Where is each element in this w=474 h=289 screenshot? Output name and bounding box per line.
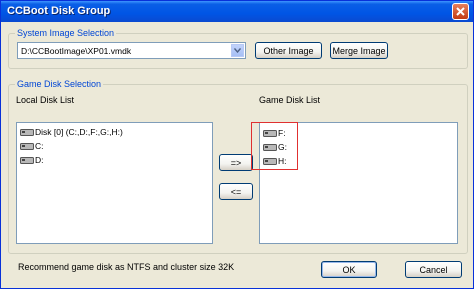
highlight-box — [251, 122, 298, 170]
system-image-combobox[interactable]: D:\CCBootImage\XP01.vmdk — [17, 42, 246, 59]
remove-from-game-disk-button[interactable]: <= — [219, 183, 253, 200]
local-disk-list[interactable]: Disk [0] (C:,D:,F:,G:,H:) C: D: — [16, 122, 213, 244]
cancel-button[interactable]: Cancel — [405, 261, 462, 278]
local-item-label: C: — [35, 141, 44, 151]
game-disk-list-label: Game Disk List — [259, 95, 321, 105]
close-button[interactable] — [452, 3, 469, 20]
add-to-game-disk-button[interactable]: => — [219, 154, 253, 171]
dropdown-button[interactable] — [231, 44, 244, 57]
game-disk-group-label: Game Disk Selection — [15, 79, 104, 89]
list-item[interactable]: C: — [20, 141, 44, 151]
local-disk-list-label: Local Disk List — [16, 95, 75, 105]
dialog-window: CCBoot Disk Group System Image Selection… — [0, 0, 474, 289]
hard-drive-icon — [20, 142, 34, 150]
local-item-label: Disk [0] (C:,D:,F:,G:,H:) — [35, 127, 123, 137]
recommendation-text: Recommend game disk as NTFS and cluster … — [18, 262, 235, 272]
close-icon — [456, 7, 465, 16]
hard-drive-icon — [20, 128, 34, 136]
ok-button[interactable]: OK — [321, 261, 377, 278]
local-item-label: D: — [35, 155, 44, 165]
other-image-button[interactable]: Other Image — [255, 42, 322, 59]
merge-image-button[interactable]: Merge Image — [330, 42, 388, 59]
window-title: CCBoot Disk Group — [7, 5, 111, 17]
hard-drive-icon — [20, 156, 34, 164]
list-item[interactable]: D: — [20, 155, 44, 165]
system-image-value: D:\CCBootImage\XP01.vmdk — [21, 46, 132, 56]
chevron-down-icon — [234, 48, 241, 53]
title-bar[interactable]: CCBoot Disk Group — [1, 1, 473, 22]
list-item[interactable]: Disk [0] (C:,D:,F:,G:,H:) — [20, 127, 123, 137]
system-image-group-label: System Image Selection — [15, 28, 117, 38]
